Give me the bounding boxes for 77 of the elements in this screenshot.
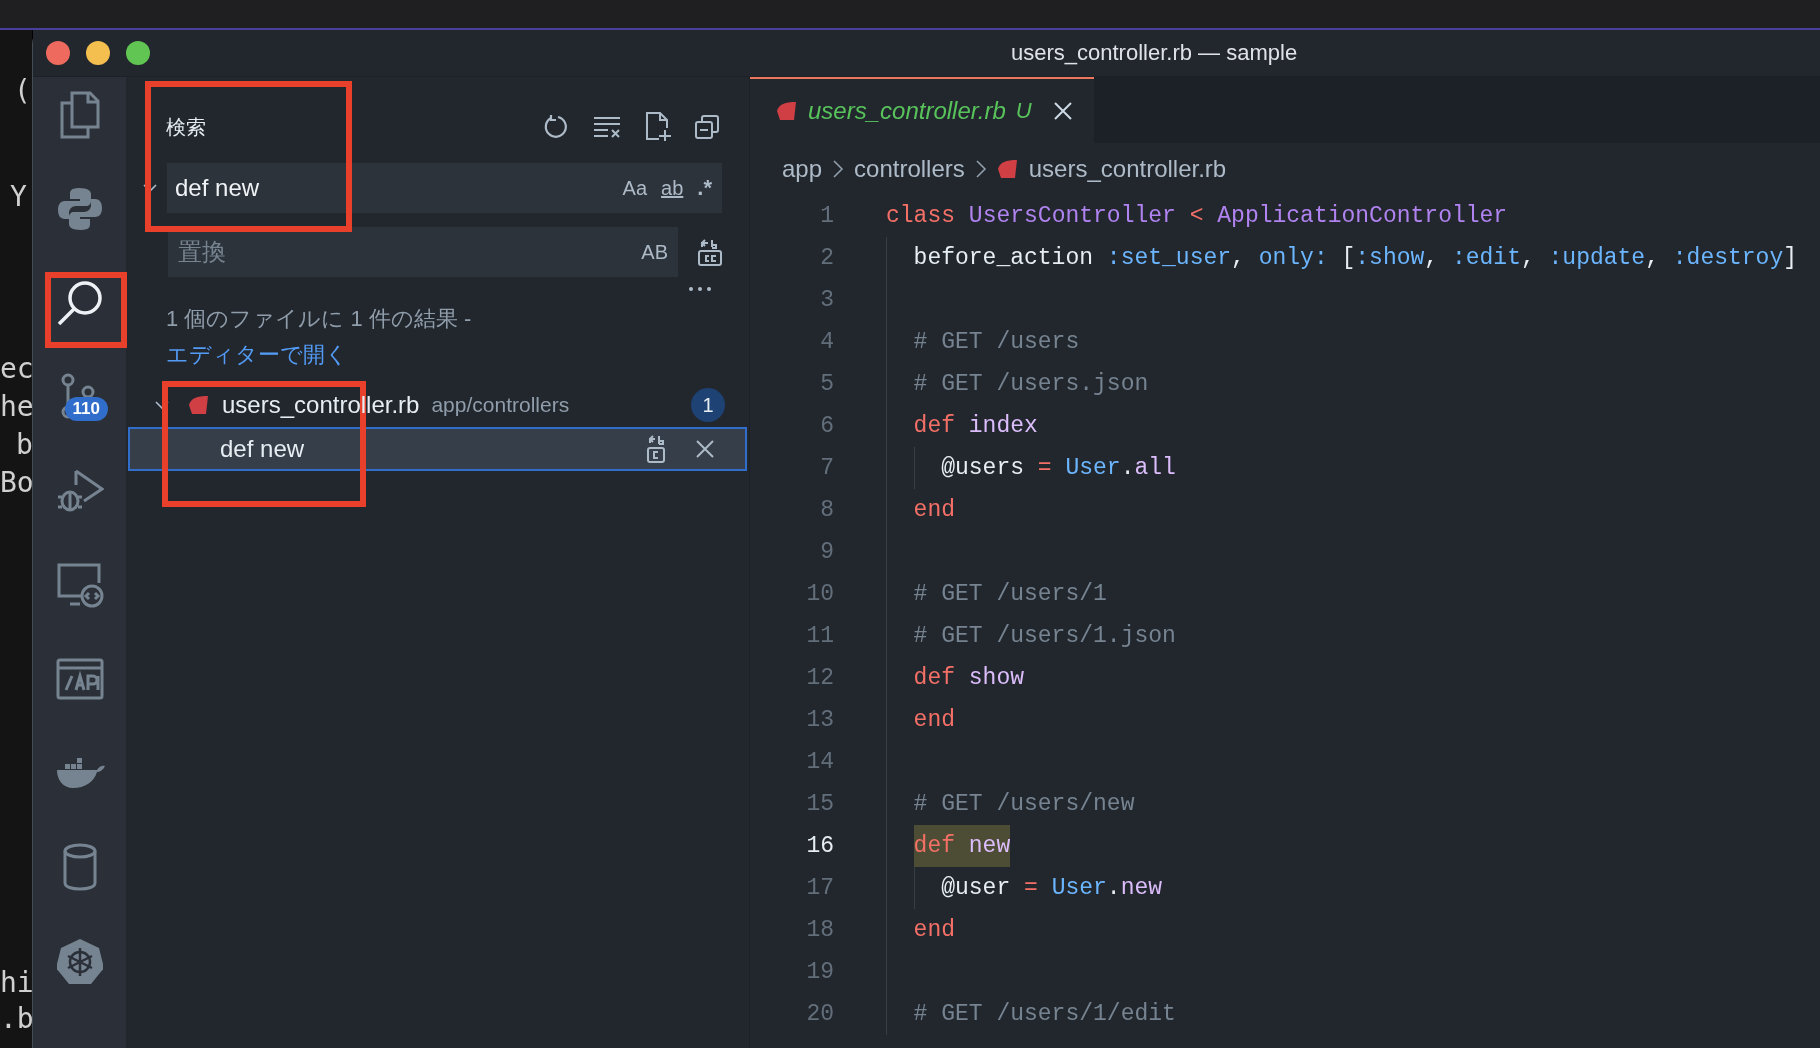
line-number: 19 [805, 959, 834, 985]
code-line: # GET /users/1.json [913, 622, 1176, 651]
replace-all-icon[interactable] [696, 237, 724, 267]
background-text: b [16, 428, 32, 461]
line-number: 11 [805, 623, 834, 649]
match-count-badge: 1 [691, 388, 725, 422]
code-line: def show [913, 664, 1025, 693]
breadcrumb[interactable]: app [782, 155, 823, 183]
collapse-all-icon[interactable] [695, 115, 719, 139]
background-text: .b [0, 1002, 32, 1035]
background-text: ( [14, 74, 31, 107]
line-number: 12 [805, 665, 834, 691]
panel-title: 検索 [166, 114, 206, 140]
code-line: # GET /users/1/edit [913, 1000, 1176, 1029]
code-line: @users = User.all [941, 454, 1176, 483]
breadcrumb[interactable]: controllers [854, 155, 965, 183]
code-line: def index [913, 412, 1038, 441]
editor-tab[interactable]: users_controller.rb U [750, 77, 1094, 143]
code-line: end [913, 706, 955, 735]
ruby-file-icon [996, 159, 1019, 179]
search-field[interactable]: def new Aa ab .* [167, 163, 722, 213]
results-summary: 1 個のファイルに 1 件の結果 - エディターで開く [166, 305, 473, 369]
search-option-toggle[interactable]: Aa [622, 176, 648, 200]
refresh-icon[interactable] [543, 114, 569, 140]
code-line: @user = User.new [941, 874, 1163, 903]
line-number: 7 [819, 455, 834, 481]
window-title: users_controller.rb — sample [1011, 40, 1298, 66]
preserve-case-toggle[interactable]: AB [641, 240, 668, 264]
new-file-icon[interactable] [645, 112, 671, 142]
breadcrumb[interactable]: users_controller.rb [1028, 155, 1227, 183]
chevron-icon [832, 160, 845, 178]
line-number: 15 [805, 791, 834, 817]
line-number: 16 [805, 833, 834, 859]
background-text: he [0, 390, 32, 423]
line-number: 8 [819, 497, 834, 523]
search-option-toggle[interactable]: ab [661, 176, 684, 200]
code-line: # GET /users.json [913, 370, 1149, 399]
ruby-file-icon [188, 395, 210, 415]
background-text: hi [0, 966, 32, 999]
replace-icon[interactable] [645, 434, 667, 464]
line-number: 14 [805, 749, 834, 775]
close-window-button[interactable] [46, 41, 70, 65]
count-badge: 110 [64, 397, 108, 421]
match-result-row[interactable]: def new [128, 427, 747, 471]
open-in-editor-link[interactable]: エディターで開く [166, 342, 348, 367]
code-line: # GET /users/1 [913, 580, 1107, 609]
replace-field[interactable]: 置換 AB [168, 227, 678, 277]
code-line: # GET /users [913, 328, 1080, 357]
line-number: 9 [819, 539, 834, 565]
close-icon[interactable] [1053, 102, 1072, 120]
line-number: 17 [805, 875, 834, 901]
background-text: Bo [0, 466, 32, 499]
more-options-icon[interactable] [689, 287, 713, 293]
zoom-window-button[interactable] [126, 41, 150, 65]
line-number: 10 [805, 581, 834, 607]
code-line: class UsersController < ApplicationController [886, 202, 1508, 231]
close-icon[interactable] [695, 439, 715, 459]
chevron-icon [974, 160, 987, 178]
line-number: 1 [819, 203, 834, 229]
minimize-window-button[interactable] [86, 41, 110, 65]
code-line: end [913, 916, 955, 945]
background-text: Y [10, 180, 27, 213]
ruby-file-icon [776, 101, 798, 121]
line-number: 18 [805, 917, 834, 943]
code-line: before_action :set_user, only: [:show, :edit, :update, :destroy] [913, 244, 1797, 273]
clear-results-icon[interactable] [593, 116, 621, 138]
line-number: 5 [819, 371, 834, 397]
search-option-toggle[interactable]: .* [697, 175, 712, 201]
line-number: 13 [805, 707, 834, 733]
line-number: 2 [819, 245, 834, 271]
line-number: 3 [819, 287, 834, 313]
line-number: 6 [819, 413, 834, 439]
line-number: 20 [805, 1001, 834, 1027]
line-number: 4 [819, 329, 834, 355]
background-text: ec [0, 352, 32, 385]
code-line: # GET /users/new [913, 790, 1135, 819]
code-line: end [913, 496, 955, 525]
